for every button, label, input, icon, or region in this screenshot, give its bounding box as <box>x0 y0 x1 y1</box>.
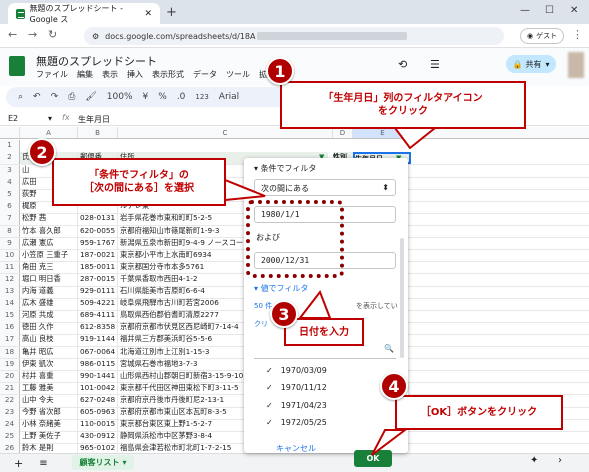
callout-4-pointer <box>371 429 408 456</box>
callout-4: ［OK］ボタンをクリック <box>395 395 563 430</box>
callout-2: 「条件でフィルタ」の ［次の間にある］を選択 <box>52 158 226 206</box>
step-badge-2: 2 <box>28 138 56 166</box>
step-badge-1: 1 <box>266 57 294 85</box>
callout-1: 「生年月日」列のフィルタアイコン をクリック <box>280 81 526 129</box>
callout-2-pointer <box>224 178 266 202</box>
step-badge-3: 3 <box>270 300 298 328</box>
callout-3: 日付を入力 <box>284 318 364 346</box>
callout-1-pointer <box>393 127 438 150</box>
callout-3-pointer <box>297 289 332 319</box>
step-badge-4: 4 <box>380 372 408 400</box>
